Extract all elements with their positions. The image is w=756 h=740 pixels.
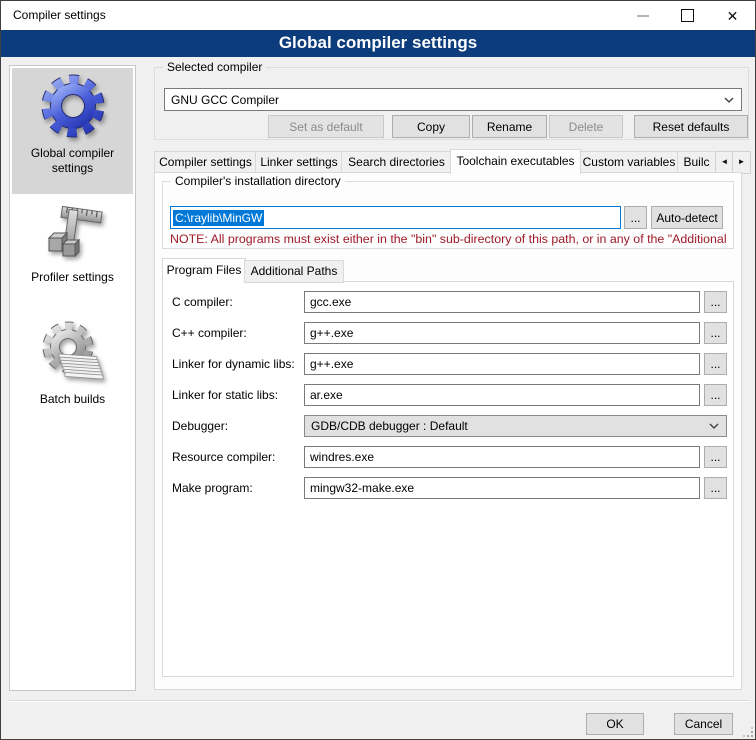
delete-button[interactable]: Delete — [549, 115, 623, 138]
resource-compiler-input[interactable] — [304, 446, 700, 468]
caliper-icon — [41, 198, 105, 262]
linker-static-browse-button[interactable]: ... — [704, 384, 727, 406]
resize-grip[interactable] — [743, 727, 754, 738]
tab-custom-variables[interactable]: Custom variables — [579, 151, 679, 174]
sidebar-item-label: Batch builds — [40, 392, 105, 407]
tab-compiler-settings[interactable]: Compiler settings — [154, 151, 257, 174]
set-as-default-button[interactable]: Set as default — [268, 115, 384, 138]
arrow-right-icon: ► — [738, 157, 746, 166]
rename-button[interactable]: Rename — [472, 115, 547, 138]
compiler-select[interactable]: GNU GCC Compiler — [164, 88, 742, 111]
make-program-input[interactable] — [304, 477, 700, 499]
c-compiler-label: C compiler: — [172, 295, 233, 309]
group-title-selected-compiler: Selected compiler — [163, 60, 266, 75]
reset-defaults-button[interactable]: Reset defaults — [634, 115, 748, 138]
close-button[interactable]: ✕ — [710, 1, 755, 30]
arrow-left-icon: ◄ — [721, 157, 729, 166]
titlebar: Compiler settings ✕ — [1, 1, 755, 30]
installation-directory-selected-text: C:\raylib\MinGW — [173, 210, 264, 226]
linker-dynamic-input[interactable] — [304, 353, 700, 375]
debugger-select[interactable]: GDB/CDB debugger : Default — [304, 415, 727, 437]
cpp-compiler-label: C++ compiler: — [172, 326, 247, 340]
tab-scroll-right-button[interactable]: ► — [732, 151, 751, 174]
maximize-icon — [681, 9, 694, 22]
maximize-button[interactable] — [665, 1, 710, 30]
linker-static-input[interactable] — [304, 384, 700, 406]
footer-divider — [9, 700, 749, 702]
make-program-label: Make program: — [172, 481, 253, 495]
gear-paper-stack-icon — [41, 320, 105, 384]
sidebar-item-label: Profiler settings — [31, 270, 114, 285]
cpp-compiler-input[interactable] — [304, 322, 700, 344]
sidebar: Global compiler settings — [9, 65, 136, 691]
installation-directory-input[interactable]: C:\raylib\MinGW — [170, 206, 621, 229]
tab-linker-settings[interactable]: Linker settings — [255, 151, 343, 174]
c-compiler-input[interactable] — [304, 291, 700, 313]
compiler-select-value: GNU GCC Compiler — [165, 93, 724, 107]
sidebar-item-label: Global compiler settings — [12, 146, 133, 176]
window-title: Compiler settings — [13, 1, 106, 30]
make-program-browse-button[interactable]: ... — [704, 477, 727, 499]
installation-directory-browse-button[interactable]: ... — [624, 206, 647, 229]
minimize-icon — [637, 15, 649, 17]
debugger-select-value: GDB/CDB debugger : Default — [305, 419, 709, 433]
sidebar-item-global-compiler-settings[interactable]: Global compiler settings — [12, 68, 133, 194]
page-title: Global compiler settings — [1, 30, 755, 57]
minimize-button[interactable] — [620, 1, 665, 30]
resource-compiler-label: Resource compiler: — [172, 450, 275, 464]
cpp-compiler-browse-button[interactable]: ... — [704, 322, 727, 344]
debugger-label: Debugger: — [172, 419, 228, 433]
copy-button[interactable]: Copy — [392, 115, 470, 138]
linker-static-label: Linker for static libs: — [172, 388, 278, 402]
auto-detect-button[interactable]: Auto-detect — [651, 206, 723, 229]
resource-compiler-browse-button[interactable]: ... — [704, 446, 727, 468]
subtab-program-files[interactable]: Program Files — [162, 258, 246, 283]
linker-dynamic-browse-button[interactable]: ... — [704, 353, 727, 375]
subtab-additional-paths[interactable]: Additional Paths — [244, 260, 344, 283]
c-compiler-browse-button[interactable]: ... — [704, 291, 727, 313]
group-title-installation-directory: Compiler's installation directory — [171, 174, 345, 189]
blue-gear-icon — [41, 74, 105, 138]
close-icon: ✕ — [727, 9, 739, 23]
cancel-button[interactable]: Cancel — [674, 713, 733, 735]
tab-build-options-truncated[interactable]: Builc — [677, 151, 716, 174]
sidebar-item-batch-builds[interactable]: Batch builds — [12, 316, 133, 420]
linker-dynamic-label: Linker for dynamic libs: — [172, 357, 295, 371]
chevron-down-icon — [709, 423, 726, 429]
bin-subdirectory-note: NOTE: All programs must exist either in … — [170, 232, 732, 248]
tab-toolchain-executables[interactable]: Toolchain executables — [450, 149, 581, 174]
ok-button[interactable]: OK — [586, 713, 644, 735]
compiler-settings-dialog: Compiler settings ✕ Global compiler sett… — [0, 0, 756, 740]
tab-search-directories[interactable]: Search directories — [341, 151, 452, 174]
chevron-down-icon — [724, 97, 741, 103]
sidebar-item-profiler-settings[interactable]: Profiler settings — [12, 194, 133, 296]
